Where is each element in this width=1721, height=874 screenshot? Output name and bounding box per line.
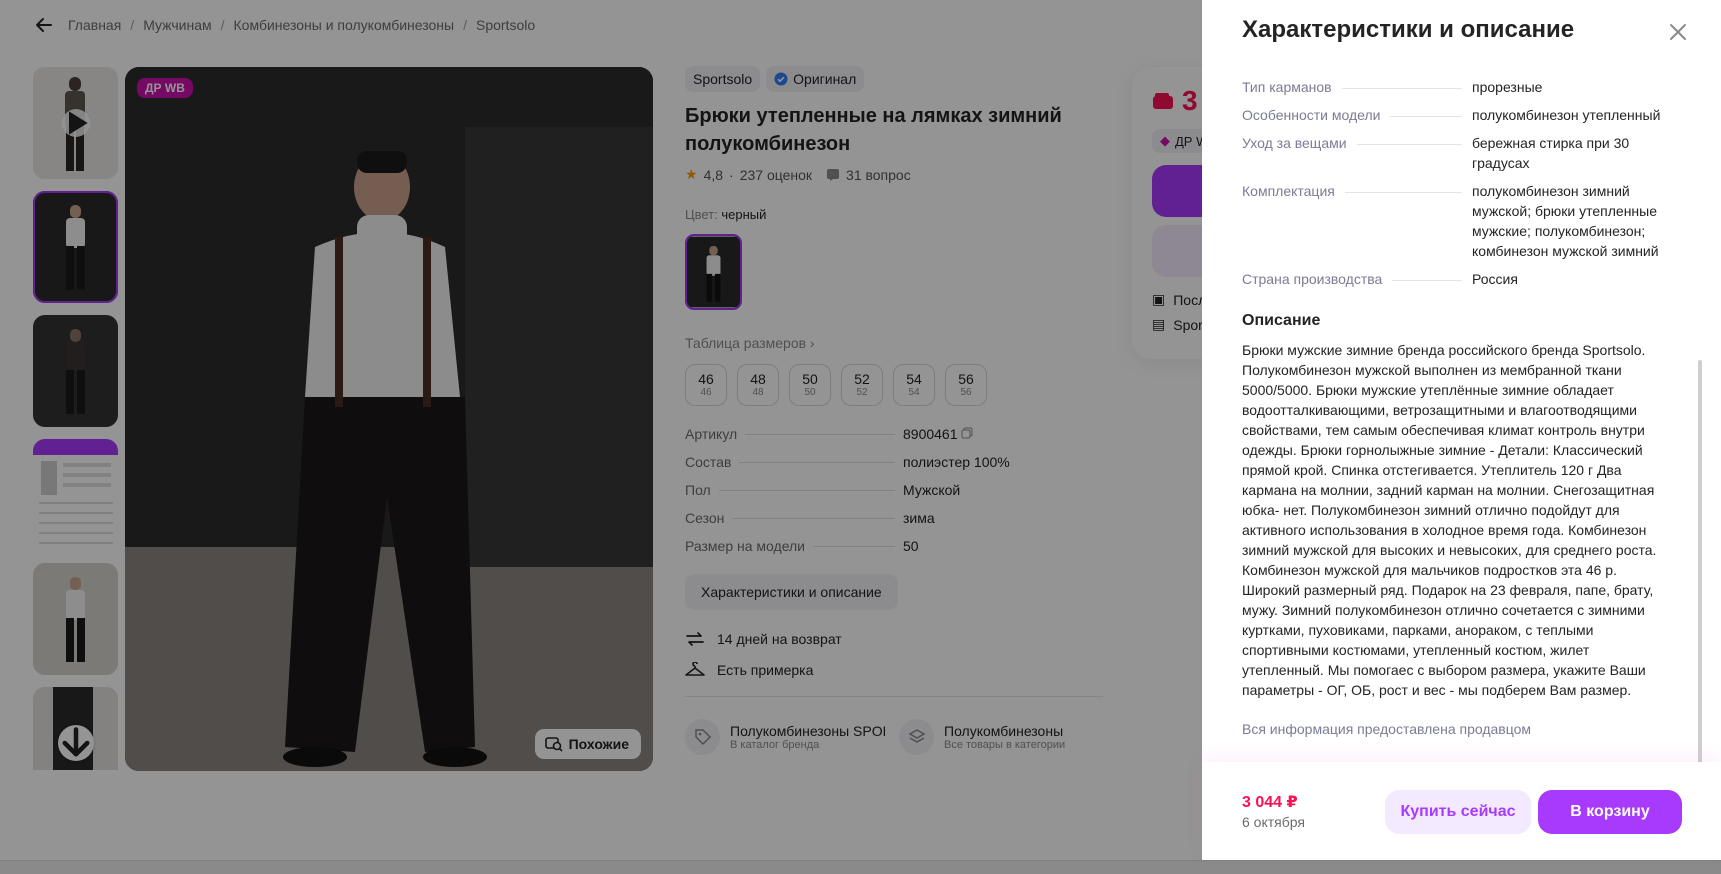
seller-note: Вся информация предоставлена продавцом (1242, 721, 1532, 737)
drawer-footer: 3 044 ₽ 6 октября Купить сейчас В корзин… (1202, 762, 1721, 860)
description-text: Брюки мужские зимние бренда российского … (1242, 342, 1657, 698)
drawer-content: Тип карманов прорезные Особенности модели… (1242, 74, 1674, 764)
characteristic-row: Особенности модели полукомбинезон утеплен… (1242, 107, 1661, 123)
characteristics-drawer: Характеристики и описание Тип карманов пр… (1202, 0, 1721, 860)
characteristic-row: Уход за вещами бережная стирка при 30 гра… (1242, 135, 1630, 171)
close-icon[interactable] (1665, 19, 1691, 45)
drawer-title: Характеристики и описание (1242, 16, 1575, 43)
characteristic-row: Комплектация полукомбинезон зимний мужско… (1242, 183, 1659, 259)
delivery-date: 6 октября (1242, 814, 1305, 830)
characteristic-row: Тип карманов прорезные (1242, 79, 1543, 95)
footer-price: 3 044 ₽ (1242, 794, 1298, 811)
add-to-cart-button[interactable]: В корзину (1538, 790, 1682, 834)
description-heading: Описание (1242, 312, 1321, 329)
scrollbar[interactable] (1698, 360, 1702, 768)
buy-now-button[interactable]: Купить сейчас (1385, 790, 1531, 834)
characteristic-row: Страна производства Россия (1242, 271, 1518, 287)
